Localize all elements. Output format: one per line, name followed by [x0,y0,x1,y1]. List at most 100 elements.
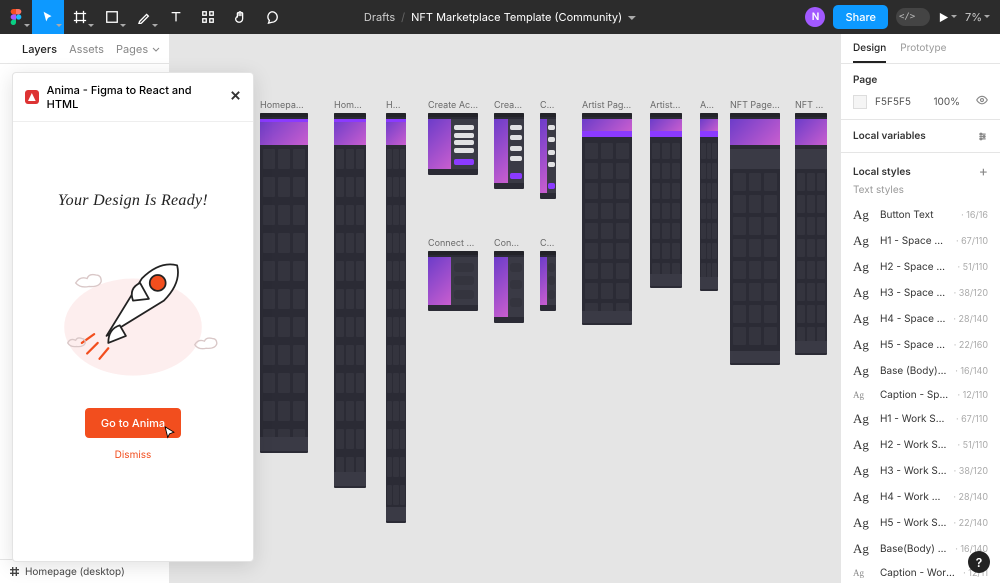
frame-label[interactable]: Create... [494,100,524,111]
frame-ca1[interactable]: Create Accou... [428,100,478,175]
file-menu-chevron-icon[interactable] [628,14,636,22]
text-style-item[interactable]: AgButton Text · 16/16 [853,202,988,228]
ag-preview-icon: Ag [853,437,873,453]
settings-icon[interactable] [977,131,988,142]
text-style-item[interactable]: AgH4 - Space Mono · 28/140 [853,306,988,332]
ag-preview-icon: Ag [853,285,873,301]
canvas[interactable]: Homepage (d... Homepag... H... Create Accou… [170,34,840,583]
ag-preview-icon: Ag [853,390,873,400]
ag-preview-icon: Ag [853,233,873,249]
text-style-name: Button Text [880,209,954,221]
page-section: Page F5F5F5 100% [841,64,1000,120]
frame-label[interactable]: Artist Pa... [650,100,682,111]
text-style-item[interactable]: AgBase (Body) - Space Mo... · 16/140 [853,358,988,384]
tab-assets[interactable]: Assets [69,42,104,56]
text-style-item[interactable]: AgH2 - Work Sans · 51/110 [853,432,988,458]
present-button[interactable] [938,12,957,23]
help-button[interactable]: ? [968,551,990,573]
zoom-dropdown[interactable]: 7% [965,10,990,24]
frame-ap2[interactable]: Artist Pa... [650,100,682,288]
cursor-icon [164,426,175,440]
frame-label[interactable]: Homepag... [334,100,366,111]
text-style-item[interactable]: AgH5 - Work Sans · 22/140 [853,510,988,536]
frame-label[interactable]: Create Accou... [428,100,478,111]
frame-ca2[interactable]: Create... [494,100,524,189]
comment-tool-button[interactable] [256,0,288,34]
text-style-meta: · 22/160 [954,340,988,351]
frame-label[interactable]: C... [540,238,556,249]
frame-label[interactable]: Artist Page (D... [582,100,632,111]
page-color-row[interactable]: F5F5F5 100% [853,94,988,109]
selected-frame-footer[interactable]: Homepage (desktop) [0,559,169,583]
user-avatar[interactable]: N [805,7,825,27]
text-style-item[interactable]: AgH3 - Work Sans · 38/120 [853,458,988,484]
dev-mode-toggle[interactable]: </> [896,8,930,26]
text-style-item[interactable]: AgH1 - Work Sans · 67/110 [853,406,988,432]
frame-cw1[interactable]: Connect Walle... [428,238,478,311]
ag-preview-icon: Ag [853,411,873,427]
share-button[interactable]: Share [833,5,887,29]
text-style-name: H2 - Space Mono [880,261,951,273]
go-to-anima-button[interactable]: Go to Anima [85,408,181,438]
selected-frame-name: Homepage (desktop) [25,566,125,578]
text-style-item[interactable]: AgH5 - Space Mono · 22/160 [853,332,988,358]
tab-layers[interactable]: Layers [22,42,57,56]
text-style-meta: · 38/120 [954,466,988,477]
text-style-name: H1 - Work Sans [880,413,949,425]
breadcrumb-root[interactable]: Drafts [364,10,395,24]
resources-button[interactable] [192,0,224,34]
frame-label[interactable]: Connect Walle... [428,238,478,249]
text-style-name: H4 - Space Mono [880,313,946,325]
dismiss-button[interactable]: Dismiss [109,448,158,462]
text-style-item[interactable]: AgH2 - Space Mono · 51/110 [853,254,988,280]
modal-close-button[interactable] [230,90,241,104]
text-style-meta: · 16/16 [961,210,988,221]
tab-prototype[interactable]: Prototype [900,42,946,63]
move-tool-button[interactable] [32,0,64,34]
text-style-name: H5 - Work Sans [880,517,947,529]
frame-label[interactable]: Connect... [494,238,524,249]
frame-tool-button[interactable] [64,0,96,34]
text-style-meta: · 28/140 [953,492,988,503]
text-style-item[interactable]: AgCaption - Space Mono · 12/110 [853,384,988,406]
ag-preview-icon: Ag [853,489,873,505]
frame-hp3[interactable]: H... [386,100,406,523]
shape-tool-button[interactable] [96,0,128,34]
frame-cw3[interactable]: C... [540,238,556,311]
frame-hp2[interactable]: Homepag... [334,100,366,488]
anima-logo-icon [25,90,39,104]
main-menu-button[interactable] [0,0,32,34]
pages-dropdown[interactable]: Pages [116,42,161,56]
frame-label[interactable]: A... [700,100,718,111]
local-styles-section: Local styles + Text styles AgButton Text… [841,153,1000,583]
breadcrumb-file-title[interactable]: NFT Marketplace Template (Community) [411,10,622,24]
pen-tool-button[interactable] [128,0,160,34]
frame-label[interactable]: Homepage (d... [260,100,308,111]
ag-preview-icon: Ag [853,515,873,531]
frame-np1[interactable]: NFT Page (De... [730,100,780,365]
text-style-name: Base (Body) - Space Mo... [880,365,948,377]
breadcrumb: Drafts / NFT Marketplace Template (Commu… [364,10,636,24]
text-style-name: H2 - Work Sans [880,439,951,451]
text-style-item[interactable]: AgH4 - Work Sans · 28/140 [853,484,988,510]
frame-label[interactable]: NFT Page (De... [730,100,780,111]
frame-label[interactable]: C... [540,100,556,111]
ag-preview-icon: Ag [853,568,873,578]
frame-label[interactable]: NFT Pa... [795,100,827,111]
frame-ca3[interactable]: C... [540,100,556,199]
text-style-name: Caption - Space Mono [880,389,950,401]
text-style-item[interactable]: AgH3 - Space Mono · 38/120 [853,280,988,306]
visibility-icon[interactable] [976,94,988,109]
hand-tool-button[interactable] [224,0,256,34]
text-tool-button[interactable] [160,0,192,34]
text-style-item[interactable]: AgH1 - Space Mono · 67/110 [853,228,988,254]
tab-design[interactable]: Design [853,42,886,63]
add-style-button[interactable]: + [979,163,988,180]
frame-np2[interactable]: NFT Pa... [795,100,827,355]
frame-ap1[interactable]: Artist Page (D... [582,100,632,325]
frame-hp1[interactable]: Homepage (d... [260,100,308,453]
frame-label[interactable]: H... [386,100,406,111]
frame-ap3[interactable]: A... [700,100,718,291]
color-swatch[interactable] [853,95,867,109]
frame-cw2[interactable]: Connect... [494,238,524,323]
